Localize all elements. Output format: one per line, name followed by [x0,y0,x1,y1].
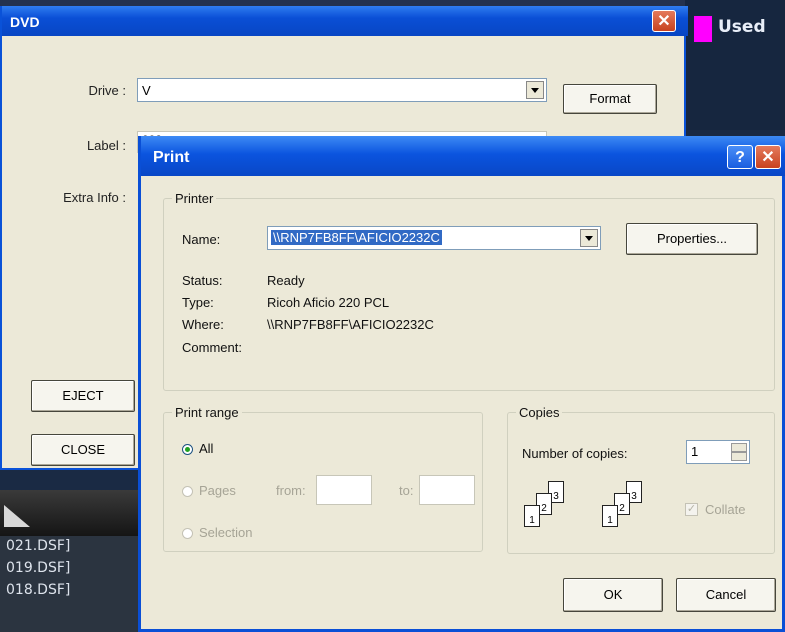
pages-to-input[interactable] [419,475,475,505]
collate-checkbox[interactable]: ✓ [685,503,698,516]
status-value: Ready [267,273,305,288]
spin-up-icon[interactable] [731,443,747,452]
selection-label: Selection [199,525,253,540]
print-dialog: Print ? ✕ Printer Name: \\RNP7FB8FF\AFIC… [138,136,785,632]
extra-info-label: Extra Info : [63,190,126,205]
printer-name-select[interactable]: \\RNP7FB8FF\AFICIO2232C [267,226,601,250]
background-file-list: 021.DSF] 019.DSF] 018.DSF] [0,536,150,632]
radio-icon[interactable] [182,486,193,498]
chevron-down-icon[interactable] [580,229,598,247]
status-label: Status: [182,273,223,288]
printer-name-label: Name: [182,232,221,247]
radio-selected-icon[interactable] [182,444,193,456]
dvd-title-bar: DVD ✕ [2,6,688,36]
drive-select-value: V [142,83,151,98]
from-label: from: [276,483,306,498]
file-list-item[interactable]: 021.DSF] [6,538,70,554]
format-button[interactable]: Format [563,84,657,114]
print-dialog-title: Print [153,149,190,166]
copies-label: Number of copies: [522,446,628,461]
properties-button[interactable]: Properties... [626,223,758,255]
file-list-item[interactable]: 018.DSF] [6,582,70,598]
drive-select[interactable]: V [137,78,547,102]
copies-stepper[interactable]: 1 [686,440,750,464]
where-label: Where: [182,317,224,332]
pages-from-input[interactable] [316,475,372,505]
dvd-window-title: DVD [10,14,40,30]
copies-group: Copies Number of copies: 1 3 2 1 3 2 1 ✓… [507,405,775,554]
print-title-bar: Print ? ✕ [141,136,785,176]
type-value: Ricoh Aficio 220 PCL [267,295,390,310]
help-icon[interactable]: ? [727,145,753,169]
printer-group: Printer Name: \\RNP7FB8FF\AFICIO2232C Pr… [163,191,775,391]
collate-pages-icon: 3 2 1 [602,479,666,535]
to-label: to: [399,483,414,498]
printer-group-label: Printer [172,191,217,206]
where-value: \\RNP7FB8FF\AFICIO2232C [267,317,434,332]
print-range-pages-radio[interactable]: Pages [182,483,236,498]
ok-button[interactable]: OK [563,578,663,612]
print-range-group-label: Print range [172,405,242,420]
collate-label: Collate [705,502,746,517]
print-range-all-radio[interactable]: All [182,441,213,456]
type-label: Type: [182,295,214,310]
all-label: All [199,441,214,456]
copies-group-label: Copies [516,405,563,420]
pages-label: Pages [199,483,236,498]
close-button[interactable]: CLOSE [31,434,135,466]
printer-name-value: \\RNP7FB8FF\AFICIO2232C [271,230,442,245]
print-range-group: Print range All Pages from: to: Selectio… [163,405,483,552]
eject-button[interactable]: EJECT [31,380,135,412]
label-label: Label : [86,138,126,153]
copies-value: 1 [691,444,699,459]
comment-label: Comment: [182,340,242,355]
collate-pages-icon: 3 2 1 [524,479,588,535]
used-legend-label: Used [718,17,766,37]
dvd-close-icon[interactable]: ✕ [652,10,676,32]
drive-label: Drive : [88,83,126,98]
background-arrow-icon [4,505,30,527]
chevron-down-icon[interactable] [526,81,544,99]
print-range-selection-radio[interactable]: Selection [182,525,252,540]
file-list-item[interactable]: 019.DSF] [6,560,70,576]
spin-down-icon[interactable] [731,452,747,461]
cancel-button[interactable]: Cancel [676,578,776,612]
used-color-swatch [694,16,712,42]
print-close-icon[interactable]: ✕ [755,145,781,169]
radio-icon[interactable] [182,528,193,540]
